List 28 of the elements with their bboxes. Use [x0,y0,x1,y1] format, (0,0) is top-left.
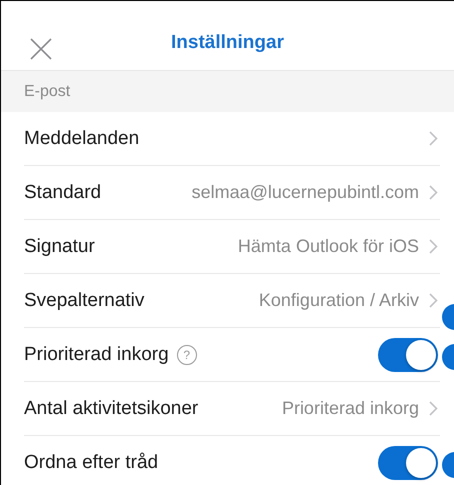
row-value: Hämta Outlook för iOS [238,236,419,257]
row-label: Ordna efter tråd [24,452,158,474]
settings-row[interactable]: Antal aktivitetsikoner Prioriterad inkorg [24,382,440,436]
settings-row[interactable]: Ordna efter tråd [24,436,440,485]
row-value: Prioriterad inkorg [282,398,419,419]
chevron-icon [429,131,438,146]
settings-row[interactable]: Standard selmaa@lucernepubintl.com [24,166,440,220]
section-title: E-post [24,82,70,100]
settings-row[interactable]: Svepalternativ Konfiguration / Arkiv [24,274,440,328]
settings-row[interactable]: Prioriterad inkorg ? [24,328,440,382]
row-label: Svepalternativ [24,290,144,312]
row-value: selmaa@lucernepubintl.com [192,182,419,203]
settings-row[interactable]: Signatur Hämta Outlook för iOS [24,220,440,274]
toggle-switch[interactable] [378,446,438,480]
row-label: Meddelanden [24,128,140,150]
chevron-icon [429,293,438,308]
chevron-icon [429,185,438,200]
chevron-icon [429,239,438,254]
close-icon[interactable] [30,38,52,60]
toggle-switch[interactable] [378,338,438,372]
row-label: Antal aktivitetsikoner [24,398,198,420]
row-label: Prioriterad inkorg [24,344,169,366]
row-value: Konfiguration / Arkiv [258,290,419,311]
chevron-icon [429,401,438,416]
screen-title: Inställningar [171,32,284,54]
row-label: Signatur [24,236,95,258]
row-label: Standard [24,182,102,204]
settings-row[interactable]: Meddelanden [24,112,440,166]
